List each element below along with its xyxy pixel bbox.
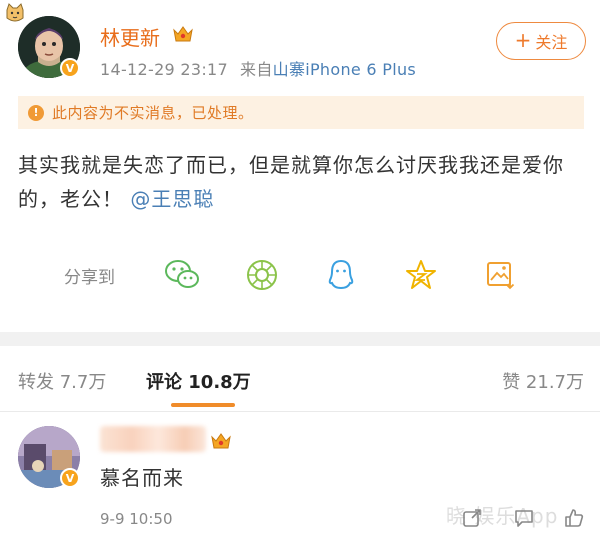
interaction-tabs: 转发 7.7万 评论 10.8万 赞 21.7万 xyxy=(0,346,600,412)
tab-likes[interactable]: 赞 21.7万 xyxy=(502,368,584,394)
comment-time: 9-9 10:50 xyxy=(100,510,173,528)
verified-badge-icon: V xyxy=(60,58,80,78)
section-divider xyxy=(0,332,600,346)
tab-repost[interactable]: 转发 7.7万 xyxy=(18,368,106,394)
share-label: 分享到 xyxy=(64,268,115,288)
crown-vip-icon xyxy=(173,26,193,42)
notice-text: 此内容为不实消息，已处理。 xyxy=(52,104,254,122)
repost-icon[interactable] xyxy=(460,506,484,530)
comment-text: 慕名而来 xyxy=(100,466,184,490)
mention-link[interactable]: @王思聪 xyxy=(130,187,214,211)
comment-item: V 慕名而来 9-9 10:50 晓 娱乐App xyxy=(0,412,600,549)
qq-icon[interactable] xyxy=(323,258,359,292)
commenter-name-redacted xyxy=(100,426,206,452)
wechat-icon[interactable] xyxy=(164,258,200,292)
follow-button[interactable]: + 关注 xyxy=(496,22,586,60)
comment-icon[interactable] xyxy=(512,506,536,530)
post-content: 其实我就是失恋了而已，但是就算你怎么讨厌我我还是爱你的，老公！ @王思聪 xyxy=(18,148,584,216)
like-icon[interactable] xyxy=(562,506,586,530)
source-label: 来自 xyxy=(240,60,273,79)
commenter-verified-badge-icon: V xyxy=(60,468,80,488)
post-timestamp: 14-12-29 23:17 xyxy=(100,60,229,79)
author-name[interactable]: 林更新 xyxy=(100,22,160,51)
qzone-icon[interactable] xyxy=(403,258,439,292)
warning-icon: ! xyxy=(28,104,44,121)
post-text: 其实我就是失恋了而已，但是就算你怎么讨厌我我还是爱你的，老公！ xyxy=(18,153,564,211)
cat-sticker-icon xyxy=(6,3,24,22)
false-info-notice: ! 此内容为不实消息，已处理。 xyxy=(18,96,584,129)
tab-comments[interactable]: 评论 10.8万 xyxy=(146,368,251,394)
plus-icon: + xyxy=(514,28,532,52)
crown-vip-icon xyxy=(211,433,231,449)
moments-icon[interactable] xyxy=(244,258,280,292)
save-image-icon[interactable] xyxy=(482,258,518,292)
weibo-post: V 林更新 14-12-29 23:17 来自山寨iPhone 6 Plus + … xyxy=(0,0,600,330)
active-tab-indicator xyxy=(171,403,235,407)
follow-label: 关注 xyxy=(535,33,568,52)
source-device-link[interactable]: 山寨iPhone 6 Plus xyxy=(273,60,416,79)
post-meta: 14-12-29 23:17 来自山寨iPhone 6 Plus xyxy=(100,56,416,80)
